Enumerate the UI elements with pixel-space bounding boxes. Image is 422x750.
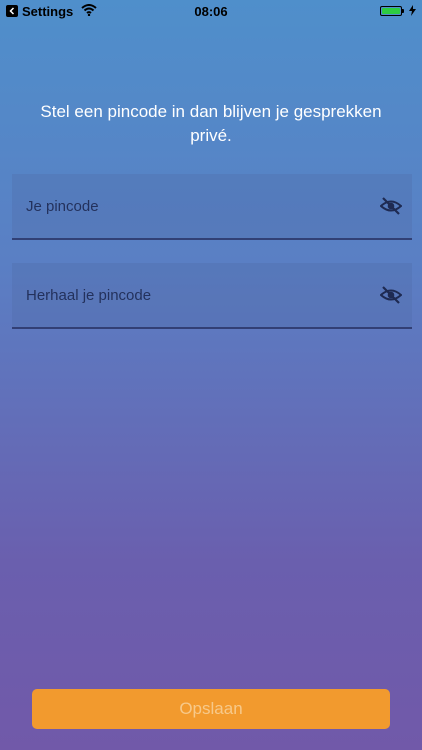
back-to-app[interactable]: Settings [6, 4, 97, 19]
back-app-label: Settings [22, 3, 74, 19]
pincode-input[interactable] [24, 196, 348, 216]
battery-icon [380, 6, 404, 16]
repeat-pincode-field[interactable] [12, 263, 412, 329]
charging-icon [409, 4, 416, 19]
pincode-instruction: Stel een pincode in dan blijven je gespr… [40, 102, 382, 145]
status-bar: Settings 08:06 [0, 0, 422, 22]
repeat-pincode-input[interactable] [24, 285, 348, 305]
save-button[interactable]: Opslaan [32, 689, 390, 729]
eye-off-icon[interactable] [380, 195, 402, 217]
eye-off-icon[interactable] [380, 284, 402, 306]
pincode-field[interactable] [12, 174, 412, 240]
status-time: 08:06 [194, 3, 228, 19]
back-arrow-icon [6, 5, 18, 17]
wifi-icon [81, 3, 97, 19]
